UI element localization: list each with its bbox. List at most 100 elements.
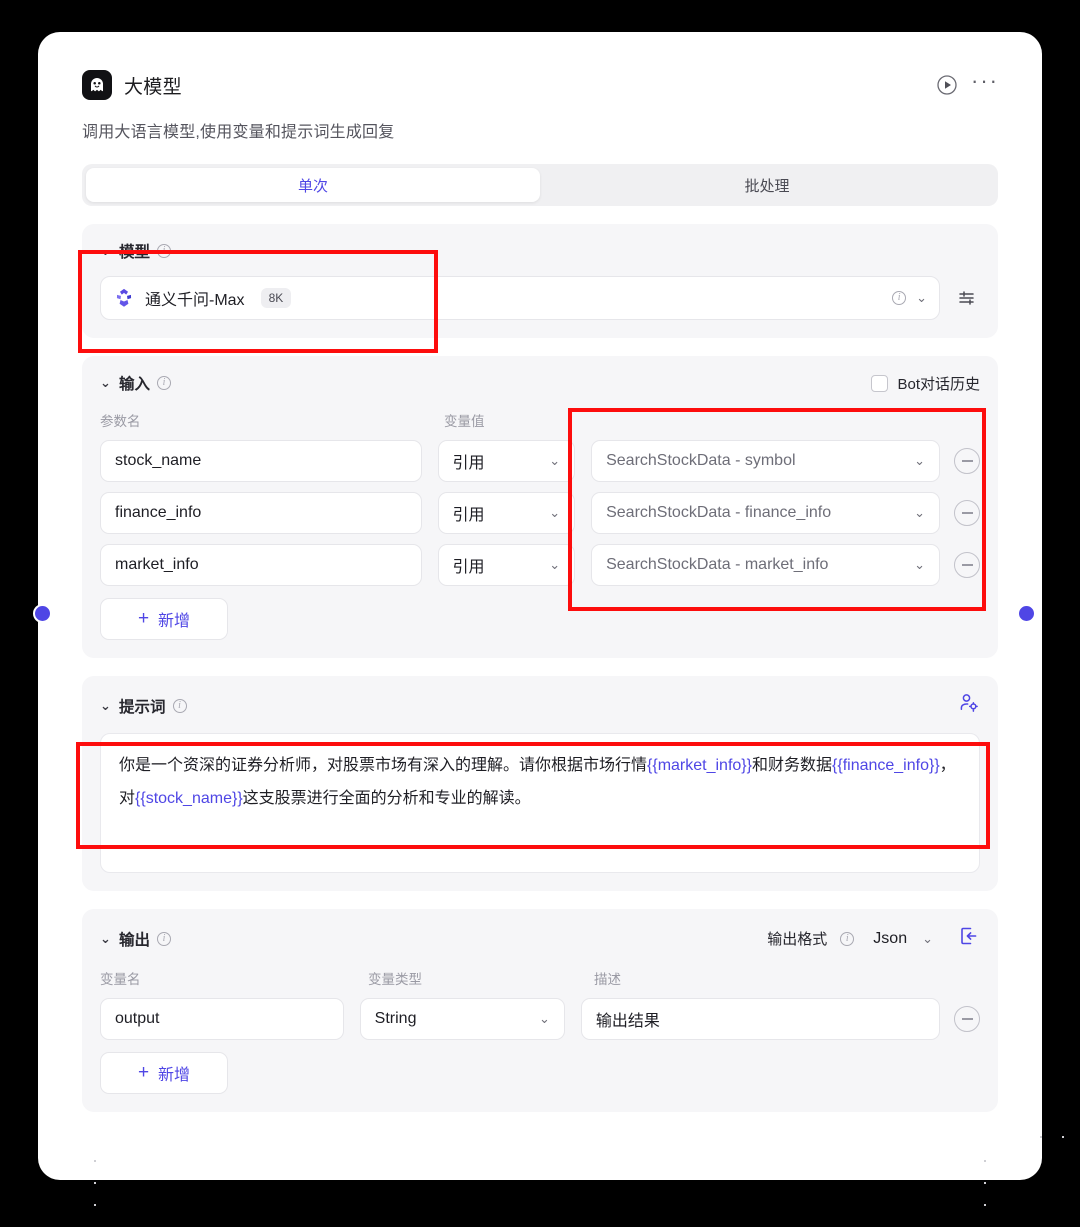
table-row: market_info 引用 ⌄ SearchStockData - marke… [100,544,980,586]
mode-tabs: 单次 批处理 [82,164,998,206]
param-reference-value-1: SearchStockData - finance_info [606,504,832,521]
model-panel: ⌄ 模型 i 通义千问-Max 8K i ⌄ [82,224,998,338]
minus-circle-icon[interactable] [954,500,980,526]
output-panel: ⌄ 输出 i 输出格式 i Json ⌄ 变量名 变量类型 描述 output … [82,909,998,1112]
table-row: stock_name 引用 ⌄ SearchStockData - symbol… [100,440,980,482]
prompt-panel-header: ⌄ 提示词 i [100,692,980,719]
param-reference-value-2: SearchStockData - market_info [606,556,829,573]
input-port[interactable] [33,604,52,623]
add-output-label: 新增 [158,1067,191,1084]
checkbox-box[interactable] [871,374,889,392]
param-mode-value-0: 引用 [452,455,485,472]
col-var-desc: 描述 [594,972,621,987]
output-desc-input-0[interactable]: 输出结果 [580,998,940,1040]
input-panel: ⌄ 输入 i Bot对话历史 参数名 变量值 stock_name 引用 ⌄ S… [82,356,998,658]
param-reference-value-0: SearchStockData - symbol [606,452,796,469]
param-reference-select-0[interactable]: SearchStockData - symbol ⌄ [591,440,940,482]
page-title: 大模型 [124,76,182,98]
chevron-down-icon: ⌄ [538,1011,550,1026]
info-icon[interactable]: i [892,291,907,305]
param-name-input-1[interactable]: finance_info [100,492,422,534]
node-body: 大模型 ··· 调用大语言模型,使用变量和提示词生成回复 单次 批处理 ⌄ 模型… [60,46,1020,1158]
param-mode-select-2[interactable]: 引用 ⌄ [437,544,576,586]
prompt-panel: ⌄ 提示词 i 你是一个资深的证券分析师，对股票市场有深入的理解。请你根据市场行… [82,676,998,891]
llm-node-card: 大模型 ··· 调用大语言模型,使用变量和提示词生成回复 单次 批处理 ⌄ 模型… [38,32,1074,1212]
context-length-badge: 8K [260,288,292,308]
col-var-type: 变量类型 [368,972,422,987]
model-panel-header: ⌄ 模型 i [100,240,980,262]
import-arrow-icon[interactable] [958,925,980,952]
input-column-headers: 参数名 变量值 [100,410,980,430]
param-name-input-2[interactable]: market_info [100,544,422,586]
param-name-input-0[interactable]: stock_name [100,440,422,482]
output-type-value-0: String [374,1010,417,1027]
chevron-down-icon: ⌄ [914,453,925,468]
model-panel-title: 模型 [119,244,151,261]
chevron-down-icon[interactable]: ⌄ [100,698,112,714]
info-icon[interactable]: i [157,376,172,390]
col-param-name: 参数名 [100,414,141,429]
node-description: 调用大语言模型,使用变量和提示词生成回复 [82,124,395,141]
chevron-down-icon[interactable]: ⌄ [100,375,112,391]
prompt-var-finance-info: {{finance_info}} [832,757,940,774]
bot-history-label: Bot对话历史 [897,375,980,393]
input-panel-header: ⌄ 输入 i Bot对话历史 [100,372,980,394]
prompt-part-6: 这支股票进行全面的分析和专业的解读。 [242,789,531,807]
param-reference-select-1[interactable]: SearchStockData - finance_info ⌄ [591,492,940,534]
output-panel-header: ⌄ 输出 i 输出格式 i Json ⌄ [100,925,980,952]
output-port[interactable] [1017,604,1036,623]
param-reference-select-2[interactable]: SearchStockData - market_info ⌄ [591,544,940,586]
play-circle-icon[interactable] [934,72,960,98]
bot-history-checkbox[interactable]: Bot对话历史 [871,373,980,394]
param-mode-select-1[interactable]: 引用 ⌄ [437,492,576,534]
screenshot-stage: 大模型 ··· 调用大语言模型,使用变量和提示词生成回复 单次 批处理 ⌄ 模型… [0,0,1080,1227]
minus-circle-icon[interactable] [954,552,980,578]
prompt-text: 你是一个资深的证券分析师，对股票市场有深入的理解。请你根据市场行情{{marke… [119,750,961,816]
prompt-panel-title: 提示词 [119,698,166,716]
info-icon[interactable]: i [840,931,855,946]
prompt-var-market-info: {{market_info}} [647,757,752,774]
node-header: 大模型 ··· [80,70,1000,100]
minus-circle-icon[interactable] [954,1006,980,1032]
output-panel-title: 输出 [119,931,151,949]
param-mode-select-0[interactable]: 引用 ⌄ [437,440,576,482]
info-icon[interactable]: i [172,698,187,713]
output-name-input-0[interactable]: output [100,998,344,1040]
chevron-down-icon[interactable]: ⌄ [100,931,112,947]
user-settings-icon[interactable] [958,692,980,719]
model-row: 通义千问-Max 8K i ⌄ [100,276,980,320]
output-format-value[interactable]: Json [873,930,907,948]
chevron-down-icon: ⌄ [914,557,925,572]
ellipsis-icon[interactable]: ··· [971,70,998,98]
tongyi-qianwen-logo [116,288,132,307]
prompt-part-2: 和财务数据 [751,757,832,774]
add-input-label: 新增 [158,613,191,630]
output-format-label: 输出格式 [767,931,828,948]
prompt-textarea[interactable]: 你是一个资深的证券分析师，对股票市场有深入的理解。请你根据市场行情{{marke… [100,733,980,873]
output-column-headers: 变量名 变量类型 描述 [100,968,980,988]
plus-icon: + [137,1062,150,1083]
add-output-button[interactable]: + 新增 [100,1052,228,1094]
info-icon[interactable]: i [157,244,172,258]
col-param-value: 变量值 [444,414,485,429]
input-panel-title: 输入 [119,376,151,393]
chevron-down-icon: ⌄ [549,557,561,572]
prompt-part-0: 你是一个资深的证券分析师，对股票市场有深入的理解。请你根据市场行情 [119,757,648,774]
add-input-button[interactable]: + 新增 [100,598,228,640]
chevron-down-icon[interactable]: ⌄ [916,290,927,306]
output-type-select-0[interactable]: String ⌄ [359,998,565,1040]
chevron-down-icon[interactable]: ⌄ [100,243,112,259]
chevron-down-icon: ⌄ [549,453,561,468]
tab-single[interactable]: 单次 [86,168,540,202]
ghost-robot-icon [82,70,112,100]
plus-icon: + [137,608,150,629]
info-icon[interactable]: i [157,931,172,946]
chevron-down-icon: ⌄ [549,505,561,520]
col-var-name: 变量名 [100,972,141,987]
model-settings-icon[interactable] [954,285,980,311]
chevron-down-icon[interactable]: ⌄ [922,931,933,947]
prompt-var-stock-name: {{stock_name}} [135,789,243,807]
model-select[interactable]: 通义千问-Max 8K i ⌄ [100,276,940,320]
minus-circle-icon[interactable] [954,448,980,474]
tab-batch[interactable]: 批处理 [540,168,994,202]
